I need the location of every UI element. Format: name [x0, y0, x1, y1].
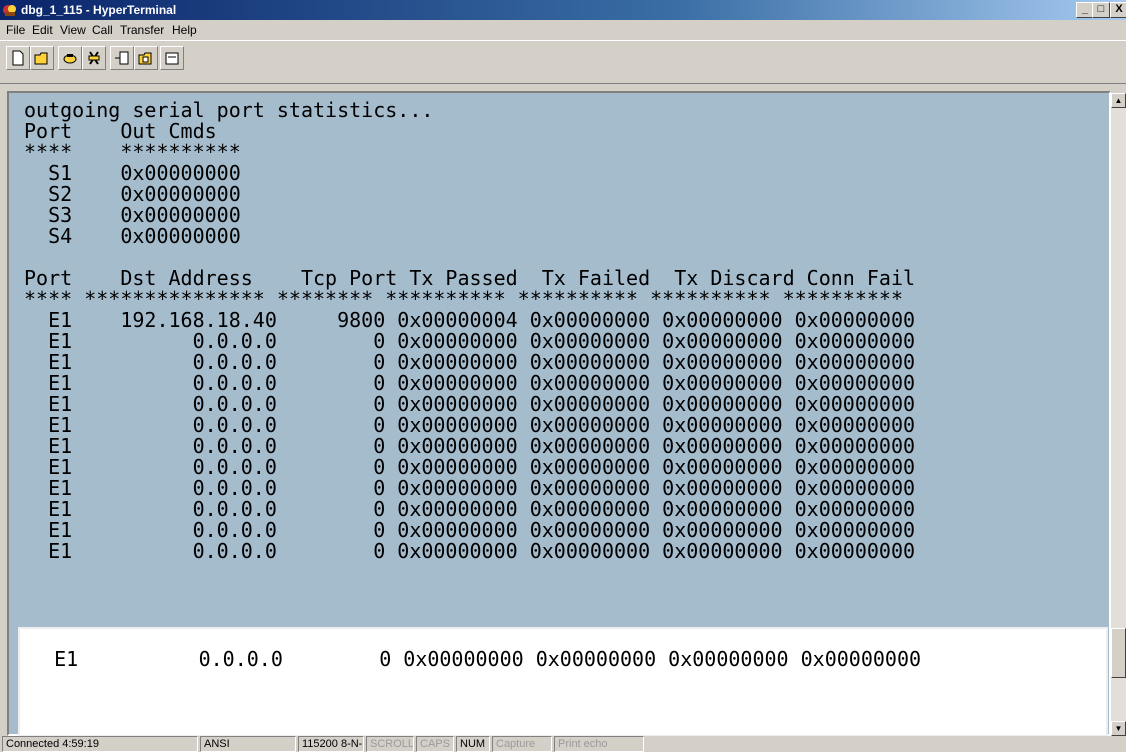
- terminal-line: S3 0x00000000: [24, 203, 241, 227]
- terminal-line: Port Dst Address Tcp Port Tx Passed Tx F…: [24, 266, 916, 290]
- menu-transfer[interactable]: Transfer: [120, 23, 164, 37]
- terminal-line: E1 0.0.0.0 0 0x00000000 0x00000000 0x000…: [24, 476, 916, 500]
- terminal-line: S4 0x00000000: [24, 224, 241, 248]
- status-print-echo: Print echo: [554, 736, 644, 752]
- status-emulation: ANSI: [200, 736, 296, 752]
- terminal-line: S1 0x00000000: [24, 161, 241, 185]
- terminal-line: **** **********: [24, 140, 241, 164]
- close-button[interactable]: X: [1110, 2, 1126, 18]
- menu-bar: File Edit View Call Transfer Help: [0, 20, 1126, 40]
- terminal-line: outgoing serial port statistics...: [24, 98, 434, 122]
- terminal-line: E1 0.0.0.0 0 0x00000000 0x00000000 0x000…: [24, 497, 916, 521]
- status-settings: 115200 8-N-2: [298, 736, 364, 752]
- terminal-line: E1 0.0.0.0 0 0x00000000 0x00000000 0x000…: [24, 371, 916, 395]
- current-line: E1 0.0.0.0 0 0x00000000 0x00000000 0x000…: [30, 647, 922, 671]
- terminal-line: E1 0.0.0.0 0 0x00000000 0x00000000 0x000…: [24, 434, 916, 458]
- status-scroll: SCROLL: [366, 736, 414, 752]
- connect-icon[interactable]: [58, 46, 82, 70]
- receive-icon[interactable]: [134, 46, 158, 70]
- terminal-line: S2 0x00000000: [24, 182, 241, 206]
- disconnect-icon[interactable]: [82, 46, 106, 70]
- terminal-line: E1 0.0.0.0 0 0x00000000 0x00000000 0x000…: [24, 392, 916, 416]
- hyperterminal-icon: [2, 2, 18, 18]
- terminal-line: E1 0.0.0.0 0 0x00000000 0x00000000 0x000…: [24, 413, 916, 437]
- terminal-line: **** *************** ******** **********…: [24, 287, 903, 311]
- terminal-line: E1 0.0.0.0 0 0x00000000 0x00000000 0x000…: [24, 518, 916, 542]
- menu-edit[interactable]: Edit: [32, 23, 53, 37]
- properties-icon[interactable]: [160, 46, 184, 70]
- status-bar: Connected 4:59:19 ANSI 115200 8-N-2 SCRO…: [0, 736, 1126, 752]
- status-connected: Connected 4:59:19: [2, 736, 198, 752]
- current-line-box[interactable]: [18, 627, 1108, 737]
- terminal-line: E1 0.0.0.0 0 0x00000000 0x00000000 0x000…: [24, 350, 916, 374]
- open-icon[interactable]: [30, 46, 54, 70]
- scroll-thumb[interactable]: [1111, 628, 1126, 678]
- terminal-line: E1 0.0.0.0 0 0x00000000 0x00000000 0x000…: [24, 455, 916, 479]
- new-icon[interactable]: [6, 46, 30, 70]
- terminal-line: E1 0.0.0.0 0 0x00000000 0x00000000 0x000…: [24, 539, 916, 563]
- menu-view[interactable]: View: [60, 23, 86, 37]
- menu-help[interactable]: Help: [172, 23, 197, 37]
- status-caps: CAPS: [416, 736, 454, 752]
- scroll-up-icon[interactable]: ▲: [1111, 93, 1126, 108]
- send-icon[interactable]: [110, 46, 134, 70]
- window-title: dbg_1_115 - HyperTerminal: [21, 3, 177, 17]
- toolbar: [0, 40, 1126, 84]
- vertical-scrollbar[interactable]: ▲ ▼: [1111, 93, 1126, 736]
- terminal-line: E1 192.168.18.40 9800 0x00000004 0x00000…: [24, 308, 916, 332]
- status-capture: Capture: [492, 736, 552, 752]
- terminal-line: E1 0.0.0.0 0 0x00000000 0x00000000 0x000…: [24, 329, 916, 353]
- terminal-line: Port Out Cmds: [24, 119, 217, 143]
- menu-call[interactable]: Call: [92, 23, 113, 37]
- menu-file[interactable]: File: [6, 23, 25, 37]
- scroll-down-icon[interactable]: ▼: [1111, 721, 1126, 736]
- status-num: NUM: [456, 736, 490, 752]
- title-bar[interactable]: dbg_1_115 - HyperTerminal _ □ X: [0, 0, 1126, 20]
- maximize-button[interactable]: □: [1092, 2, 1110, 18]
